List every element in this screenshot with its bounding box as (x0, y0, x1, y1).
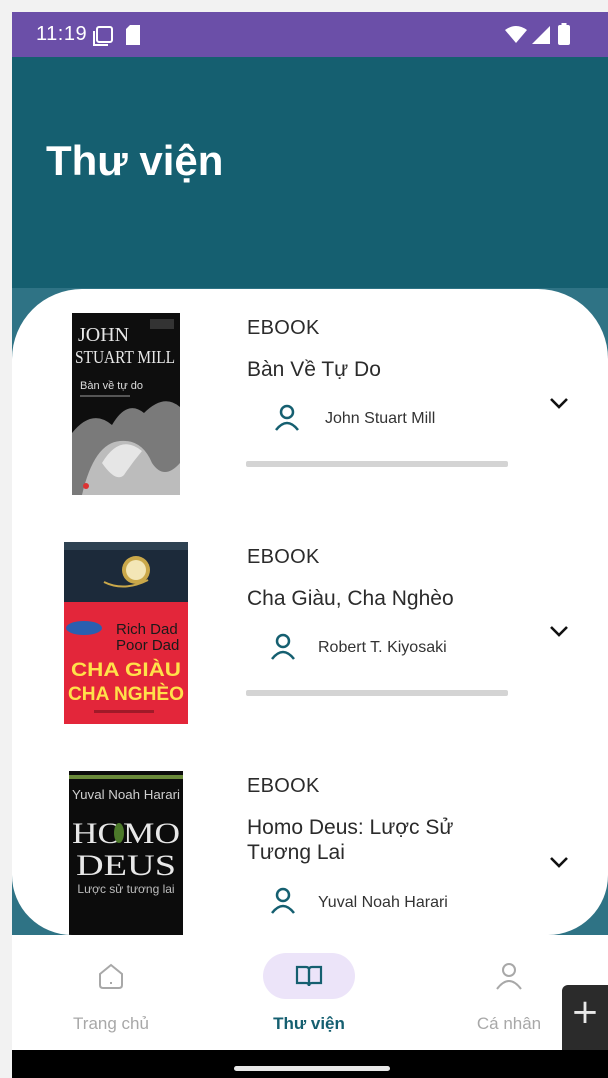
nav-label: Thư viện (273, 1014, 345, 1033)
book-type: EBOOK (247, 546, 320, 568)
reading-progress (246, 690, 508, 696)
chevron-down-icon[interactable] (548, 396, 570, 410)
cover-title-1: HOMO (72, 817, 180, 850)
book-open-icon (295, 965, 323, 987)
book-cover[interactable]: Rich Dad Poor Dad CHA GIÀU CHA NGHÈO (64, 542, 188, 724)
person-icon (496, 963, 522, 990)
nav-icon-container (463, 953, 555, 999)
book-title: Cha Giàu, Cha Nghèo (247, 587, 454, 610)
nav-item-home[interactable]: Trang chủ (12, 935, 210, 1050)
nav-icon-container (263, 953, 355, 999)
chevron-down-icon[interactable] (548, 624, 570, 638)
cover-author-first: JOHN (78, 324, 129, 346)
nav-label: Trang chủ (73, 1014, 149, 1033)
book-title: Homo Deus: Lược Sử Tương Lai (247, 816, 454, 864)
status-time: 11:19 (36, 23, 88, 45)
book-cover[interactable]: JOHN STUART MILL Bàn về tự do (72, 313, 180, 495)
battery-icon (558, 23, 570, 45)
book-type: EBOOK (247, 317, 320, 339)
cover-title-vietnamese-1: CHA GIÀU (71, 659, 181, 681)
book-type: EBOOK (247, 775, 320, 797)
book-cover-art: JOHN STUART MILL Bàn về tự do (72, 313, 180, 495)
screen-icon (93, 26, 113, 46)
cover-title-vietnamese-2: CHA NGHÈO (68, 683, 184, 705)
person-icon (271, 887, 295, 914)
reading-progress (246, 461, 508, 467)
cover-author: Yuval Noah Harari (72, 787, 180, 802)
zoom-in-button[interactable]: + (562, 995, 608, 1029)
bottom-navigation: Trang chủ Thư viện Cá nhân (12, 935, 608, 1050)
library-screen: 11:19 Thư viện JOHN STUART MILL Bàn về t… (12, 12, 608, 1078)
book-item[interactable]: Yuval Noah Harari HOMO DEUS Lược sử tươn… (12, 747, 608, 935)
book-item[interactable]: Rich Dad Poor Dad CHA GIÀU CHA NGHÈO EBO… (12, 518, 608, 747)
cover-title: Bàn về tự do (80, 380, 143, 392)
wifi-icon (505, 26, 527, 43)
signal-icon (532, 26, 550, 44)
cover-title-english-2: Poor Dad (116, 637, 179, 654)
person-icon (271, 633, 295, 660)
author-name: Robert T. Kiyosaki (318, 639, 447, 656)
cover-title-english-1: Rich Dad (116, 621, 178, 638)
gesture-navigation-bar (12, 1050, 608, 1078)
book-item[interactable]: JOHN STUART MILL Bàn về tự do EBOOK Bàn … (12, 289, 608, 518)
book-title: Bàn Về Tự Do (247, 358, 381, 381)
book-list: JOHN STUART MILL Bàn về tự do EBOOK Bàn … (12, 289, 608, 935)
status-bar: 11:19 (12, 12, 608, 57)
home-icon (99, 963, 123, 989)
cover-author-last: STUART MILL (75, 347, 175, 367)
page-title: Thư viện (46, 137, 224, 184)
nav-icon-container (65, 953, 157, 999)
cover-title-2: DEUS (76, 849, 176, 882)
book-cover-art: Rich Dad Poor Dad CHA GIÀU CHA NGHÈO (64, 542, 188, 724)
cover-subtitle: Lược sử tương lai (77, 882, 174, 896)
book-cover[interactable]: Yuval Noah Harari HOMO DEUS Lược sử tươn… (69, 771, 183, 935)
book-cover-art: Yuval Noah Harari HOMO DEUS Lược sử tươn… (69, 771, 183, 935)
chevron-down-icon[interactable] (548, 855, 570, 869)
author-name: John Stuart Mill (325, 410, 436, 427)
author-name: Yuval Noah Harari (318, 894, 448, 911)
sd-card-icon (126, 25, 140, 45)
person-icon (275, 404, 299, 431)
nav-item-library[interactable]: Thư viện (210, 935, 408, 1050)
home-gesture-handle[interactable] (234, 1066, 390, 1071)
